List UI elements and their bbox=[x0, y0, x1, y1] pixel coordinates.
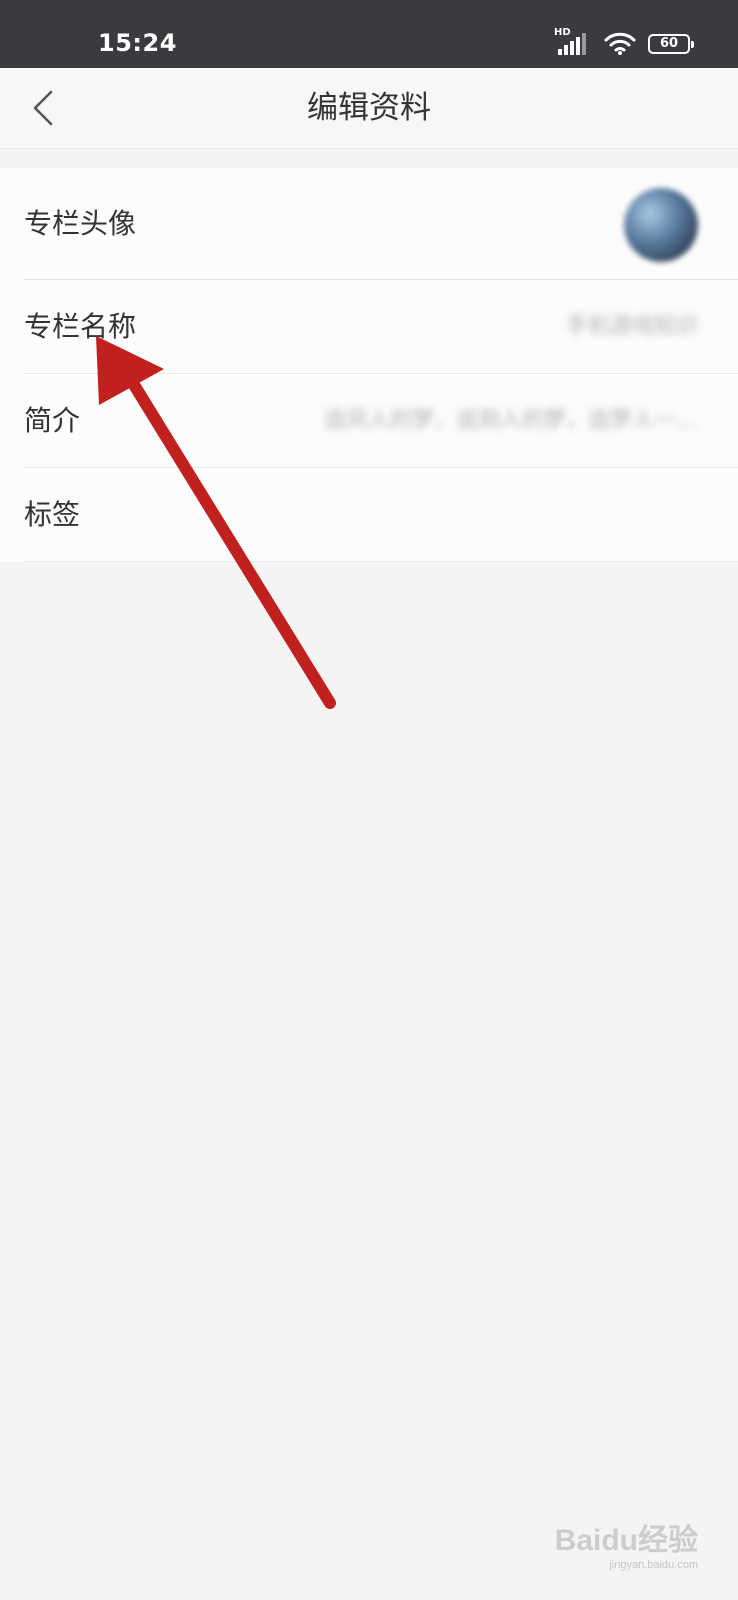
battery-level: 60 bbox=[659, 36, 679, 51]
settings-list: 专栏头像 专栏名称 手机游戏知识 简介 追风人的梦，追到人的梦，追梦人一… 标签 bbox=[0, 168, 738, 562]
tags-label: 标签 bbox=[24, 498, 81, 531]
network-type-label: HD bbox=[554, 27, 571, 38]
column-name-row[interactable]: 专栏名称 手机游戏知识 bbox=[0, 280, 738, 374]
intro-row[interactable]: 简介 追风人的梦，追到人的梦，追梦人一… bbox=[0, 374, 738, 468]
watermark-url: jingyan.baidu.com bbox=[609, 1559, 698, 1571]
column-avatar-row[interactable]: 专栏头像 bbox=[0, 168, 738, 280]
column-avatar-label: 专栏头像 bbox=[24, 207, 137, 240]
signal-icon: HD bbox=[554, 27, 592, 57]
column-name-label: 专栏名称 bbox=[24, 310, 137, 343]
avatar[interactable] bbox=[624, 188, 698, 262]
wifi-icon bbox=[604, 32, 636, 55]
status-icons: HD 60 bbox=[554, 27, 694, 58]
battery-icon: 60 bbox=[648, 34, 694, 54]
watermark: Baidu经验 jingyan.baidu.com bbox=[555, 1524, 698, 1572]
tags-row[interactable]: 标签 bbox=[0, 468, 738, 562]
watermark-brand: Baidu经验 bbox=[554, 1524, 698, 1557]
page-title: 编辑资料 bbox=[307, 90, 431, 126]
column-name-value: 手机游戏知识 bbox=[565, 314, 698, 339]
header-bar: 编辑资料 bbox=[0, 68, 738, 149]
status-bar: 15:24 HD 60 bbox=[0, 0, 738, 68]
intro-value: 追风人的梦，追到人的梦，追梦人一… bbox=[323, 408, 698, 433]
status-time: 15:24 bbox=[98, 29, 177, 57]
intro-label: 简介 bbox=[24, 404, 81, 437]
